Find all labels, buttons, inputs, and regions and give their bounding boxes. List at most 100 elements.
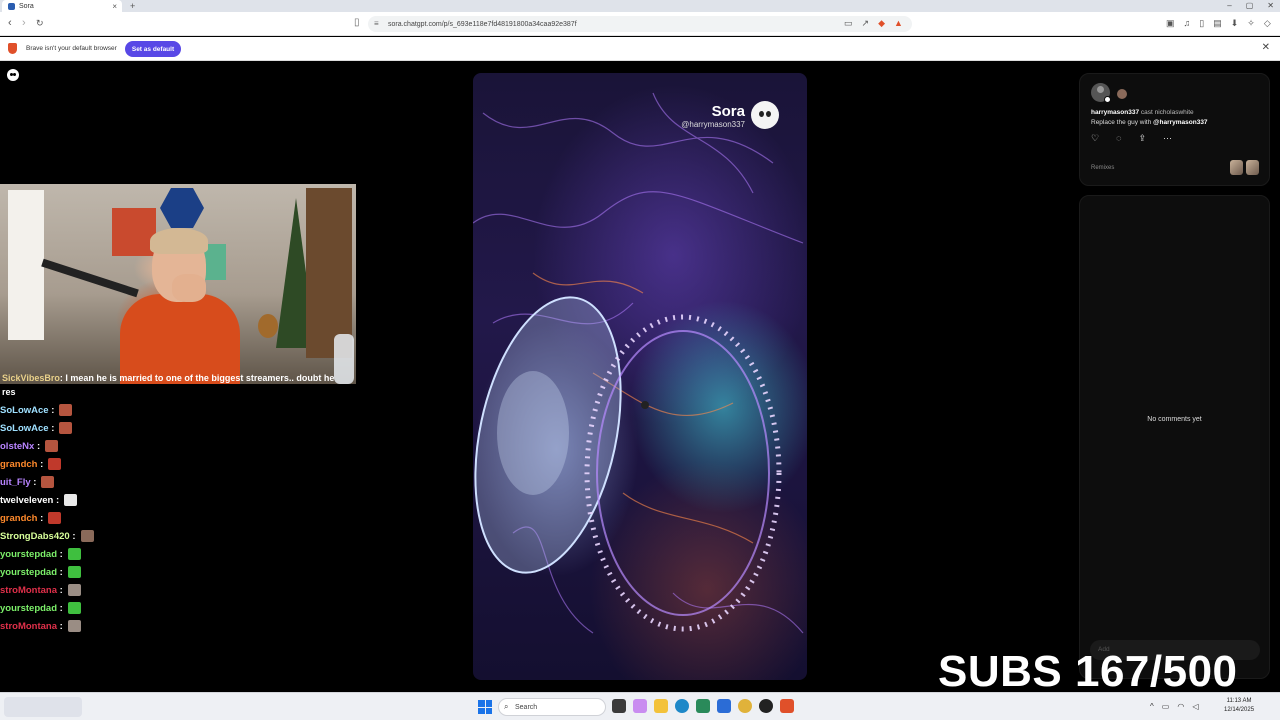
taskbar-search[interactable]: ⌕ Search: [498, 698, 606, 716]
more-icon[interactable]: ⋯: [1163, 133, 1172, 144]
wall-hexagon: [160, 188, 204, 228]
mail-icon[interactable]: [717, 699, 731, 713]
back-icon[interactable]: ‹: [8, 17, 12, 29]
default-browser-infobar: Brave isn't your default browser Set as …: [0, 37, 1280, 61]
reload-icon[interactable]: ↻: [36, 18, 44, 29]
chat-separator: :: [57, 548, 63, 560]
post-actions: ♡ ◌ ⇪ ⋯: [1091, 133, 1172, 144]
post-caption: harrymason337 cast nicholaswhite: [1091, 109, 1194, 116]
address-bar[interactable]: ≡ sora.chatgpt.com/p/s_693e118e7fd481918…: [368, 16, 912, 32]
site-info-icon[interactable]: ≡: [374, 19, 379, 28]
url-text: sora.chatgpt.com/p/s_693e118e7fd48191800…: [388, 20, 577, 28]
comment-icon[interactable]: ◌: [1116, 133, 1121, 144]
tray-overflow-icon[interactable]: ^: [1150, 702, 1154, 711]
remix-thumbnail[interactable]: [1230, 160, 1243, 175]
comments-panel: No comments yet Add: [1079, 195, 1270, 679]
share-page-icon[interactable]: ↗: [862, 18, 870, 29]
media-icon[interactable]: ♫: [1184, 18, 1191, 29]
follow-badge-icon[interactable]: [1104, 96, 1111, 103]
webcam-overlay: [0, 184, 356, 384]
chat-message: yourstepdad :: [0, 599, 360, 617]
chat-message: StrongDabs420 :: [0, 527, 360, 545]
window-controls: – ▢ ✕: [1227, 0, 1274, 12]
cameo-avatar[interactable]: [1117, 89, 1127, 99]
install-icon[interactable]: ▭: [844, 18, 853, 29]
chat-separator: :: [69, 530, 76, 542]
bookmark-icon[interactable]: ▯: [354, 17, 360, 28]
remix-thumbnails: [1230, 160, 1259, 175]
watermark-user: @harrymason337: [681, 120, 745, 129]
prompt-mention[interactable]: @harrymason337: [1153, 119, 1207, 126]
chat-separator: :: [30, 476, 37, 488]
chat-emote-icon: [67, 566, 81, 578]
chat-overlay: SoLowAce : SoLowAce : olsteNx : grandch : ui…: [0, 401, 360, 635]
share-icon[interactable]: ⇪: [1138, 133, 1146, 144]
sora-watermark-icon: [751, 101, 779, 129]
video-player[interactable]: Sora @harrymason337: [473, 73, 807, 680]
chat-message: stroMontana :: [0, 581, 360, 599]
downloads-icon[interactable]: ⬇: [1231, 18, 1239, 29]
volume-icon[interactable]: ◁: [1192, 702, 1198, 711]
system-tray: ^ ▭ ◠ ◁: [1150, 702, 1198, 711]
browser-toolbar-icons: ▣ ♫ ▯ ▤ ⬇ ✧ ◇ ≡: [1166, 18, 1280, 29]
chrome-icon[interactable]: [738, 699, 752, 713]
copilot-icon[interactable]: [633, 699, 647, 713]
chat-separator: :: [53, 494, 60, 506]
brave-shields-icon[interactable]: ◆: [878, 18, 885, 29]
infobar-message: Brave isn't your default browser: [26, 45, 117, 52]
chat-message: yourstepdad :: [0, 545, 360, 563]
chat-emote-icon: [45, 440, 59, 452]
maximize-icon[interactable]: ▢: [1246, 0, 1254, 12]
start-icon[interactable]: [478, 700, 492, 714]
wifi-icon[interactable]: ◠: [1177, 702, 1184, 711]
file-explorer-icon[interactable]: [654, 699, 668, 713]
chat-message: stroMontana :: [0, 617, 360, 635]
chat-message: grandch :: [0, 455, 360, 473]
author-name[interactable]: harrymason337: [1091, 109, 1139, 116]
new-tab-icon[interactable]: +: [130, 0, 135, 12]
sidebar-icon[interactable]: ▯: [1199, 18, 1204, 29]
set-as-default-button[interactable]: Set as default: [125, 41, 181, 57]
chat-emote-icon: [41, 476, 55, 488]
taskbar-widget[interactable]: [4, 697, 82, 717]
store-icon[interactable]: [696, 699, 710, 713]
chat-separator: :: [34, 440, 41, 452]
caption-rest: cast nicholaswhite: [1140, 109, 1194, 116]
leo-icon[interactable]: ▣: [1166, 18, 1175, 29]
close-window-icon[interactable]: ✕: [1267, 0, 1274, 12]
like-icon[interactable]: ♡: [1091, 133, 1099, 144]
tab-title: Sora: [19, 2, 34, 10]
brave-rewards-icon[interactable]: ▲: [894, 18, 903, 29]
extensions-icon[interactable]: ✧: [1247, 18, 1255, 29]
task-view-icon[interactable]: [612, 699, 626, 713]
chat-message: yourstepdad :: [0, 563, 360, 581]
wallet-icon[interactable]: ▤: [1213, 18, 1222, 29]
minimize-icon[interactable]: –: [1227, 0, 1231, 12]
close-infobar-icon[interactable]: ✕: [1262, 42, 1270, 53]
post-prompt: Replace the guy with @harrymason337: [1091, 119, 1208, 126]
chat-emote-icon: [67, 548, 81, 560]
chat-username: grandch: [0, 458, 38, 470]
close-tab-icon[interactable]: ×: [112, 2, 117, 11]
clock-date: 12/14/2025: [1224, 707, 1255, 713]
chat-separator: :: [57, 602, 63, 614]
obs-icon[interactable]: [759, 699, 773, 713]
vpn-icon[interactable]: ◇: [1264, 18, 1271, 29]
taskbar-clock[interactable]: 11:13 AM 12/14/2025: [1224, 697, 1254, 715]
sora-logo-icon[interactable]: [7, 69, 19, 81]
remix-thumbnail[interactable]: [1246, 160, 1259, 175]
tab-sora[interactable]: Sora ×: [2, 0, 122, 12]
watermark-title: Sora: [711, 103, 745, 120]
edge-icon[interactable]: [675, 699, 689, 713]
sora-watermark: Sora @harrymason337: [681, 103, 745, 129]
forward-icon[interactable]: ›: [22, 17, 26, 29]
guitar: [258, 314, 278, 338]
streamer-hair: [150, 228, 208, 254]
room-window: [8, 190, 44, 340]
chat-separator: :: [37, 458, 44, 470]
brave-shield-icon: [8, 43, 17, 54]
brave-icon[interactable]: [780, 699, 794, 713]
chat-emote-icon: [64, 494, 78, 506]
browser-tab-bar: Sora × + – ▢ ✕: [0, 0, 1280, 12]
network-icon[interactable]: ▭: [1162, 702, 1170, 711]
